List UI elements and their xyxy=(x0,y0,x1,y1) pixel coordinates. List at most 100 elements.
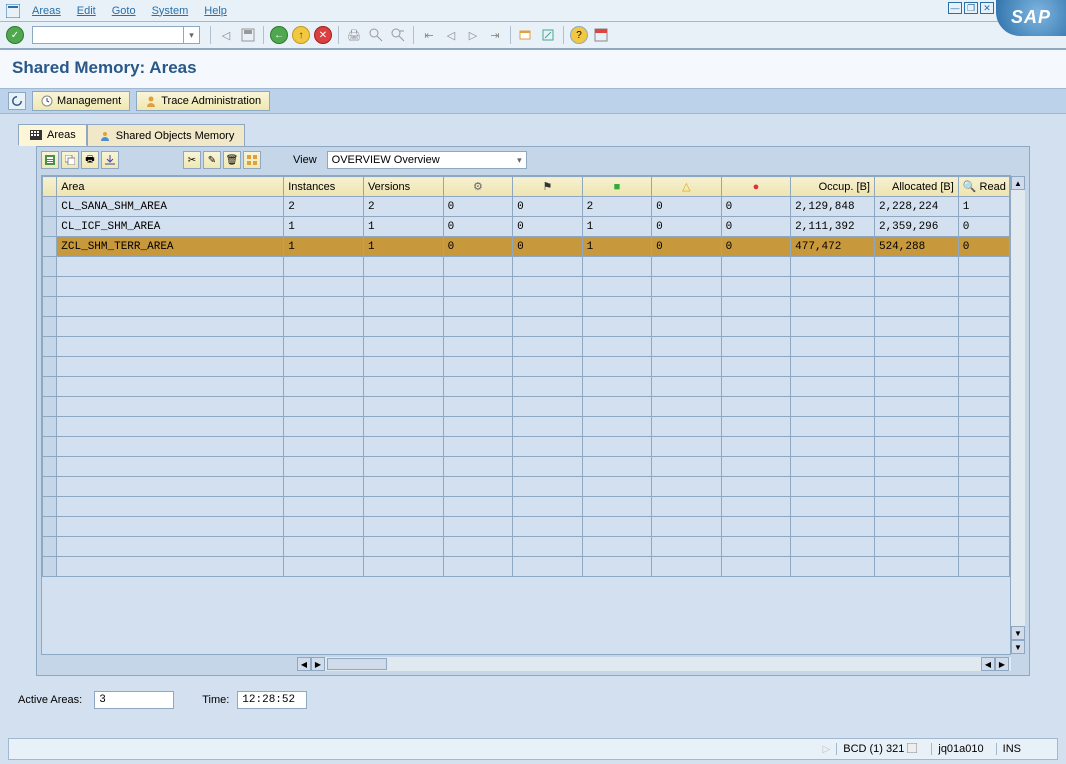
row-marker[interactable] xyxy=(43,417,57,437)
row-marker[interactable] xyxy=(43,277,57,297)
table-row[interactable] xyxy=(43,297,1010,317)
change-icon[interactable]: ✎ xyxy=(203,151,221,169)
row-marker[interactable] xyxy=(43,297,57,317)
layout-icon[interactable] xyxy=(243,151,261,169)
table-row[interactable]: CL_ICF_SHM_AREA11001002,111,3922,359,296… xyxy=(43,217,1010,237)
table-row[interactable] xyxy=(43,557,1010,577)
new-session-icon[interactable] xyxy=(517,26,535,44)
row-marker[interactable] xyxy=(43,377,57,397)
time-field[interactable] xyxy=(237,691,307,709)
row-marker[interactable] xyxy=(43,337,57,357)
col-occupied[interactable]: Occup. [B] xyxy=(791,177,875,197)
col-building[interactable]: ⚙ xyxy=(443,177,513,197)
table-row[interactable] xyxy=(43,357,1010,377)
first-page-icon[interactable]: ⇤ xyxy=(420,26,438,44)
table-row[interactable] xyxy=(43,377,1010,397)
table-row[interactable]: ZCL_SHM_TERR_AREA1100100477,472524,2880 xyxy=(43,237,1010,257)
vertical-scrollbar[interactable]: ▲ ▼ ▼ xyxy=(1011,176,1025,654)
row-marker[interactable] xyxy=(43,397,57,417)
menu-system[interactable]: System xyxy=(144,3,197,19)
minimize-icon[interactable]: — xyxy=(948,2,962,14)
row-marker[interactable] xyxy=(43,557,57,577)
command-field[interactable]: ▾ xyxy=(32,26,200,44)
row-marker[interactable] xyxy=(43,237,57,257)
prev-page-icon[interactable]: ◁ xyxy=(442,26,460,44)
scroll-left-icon[interactable]: ◀ xyxy=(297,657,311,671)
row-marker[interactable] xyxy=(43,317,57,337)
table-row[interactable] xyxy=(43,337,1010,357)
find-next-icon[interactable] xyxy=(389,26,407,44)
close-icon[interactable]: ✕ xyxy=(980,2,994,14)
row-marker[interactable] xyxy=(43,217,57,237)
menu-edit[interactable]: Edit xyxy=(69,3,104,19)
last-page-icon[interactable]: ⇥ xyxy=(486,26,504,44)
col-allocated[interactable]: Allocated [B] xyxy=(874,177,958,197)
details-icon[interactable] xyxy=(41,151,59,169)
col-read[interactable]: 🔍 Read xyxy=(958,177,1009,197)
find-icon[interactable] xyxy=(367,26,385,44)
scroll-down-icon[interactable]: ▼ xyxy=(1011,626,1025,640)
enter-button[interactable]: ✓ xyxy=(6,26,24,44)
col-versions[interactable]: Versions xyxy=(363,177,443,197)
table-row[interactable] xyxy=(43,517,1010,537)
copy-icon[interactable] xyxy=(61,151,79,169)
table-row[interactable] xyxy=(43,277,1010,297)
table-row[interactable] xyxy=(43,317,1010,337)
scroll-up-icon[interactable]: ▲ xyxy=(1011,176,1025,190)
horizontal-scrollbar[interactable]: ◀ ▶ xyxy=(297,657,1011,671)
status-client[interactable]: BCD (1) 321 xyxy=(836,743,925,755)
row-marker[interactable] xyxy=(43,517,57,537)
scroll-right-l-icon[interactable]: ◀ xyxy=(981,657,995,671)
management-button[interactable]: Management xyxy=(32,91,130,111)
app-menu-icon[interactable] xyxy=(6,4,20,18)
exit-button[interactable]: ↑ xyxy=(292,26,310,44)
table-row[interactable] xyxy=(43,477,1010,497)
col-flag[interactable]: ⚑ xyxy=(513,177,583,197)
table-row[interactable] xyxy=(43,457,1010,477)
table-row[interactable]: CL_SANA_SHM_AREA22002002,129,8482,228,22… xyxy=(43,197,1010,217)
menu-goto[interactable]: Goto xyxy=(104,3,144,19)
back-nav-icon[interactable]: ◁ xyxy=(217,26,235,44)
row-marker[interactable] xyxy=(43,457,57,477)
col-green[interactable]: ■ xyxy=(582,177,652,197)
row-marker[interactable] xyxy=(43,537,57,557)
menu-help[interactable]: Help xyxy=(196,3,235,19)
next-page-icon[interactable]: ▷ xyxy=(464,26,482,44)
tab-areas[interactable]: Areas xyxy=(18,124,87,146)
delete-icon[interactable]: 🗑 xyxy=(223,151,241,169)
table-row[interactable] xyxy=(43,257,1010,277)
save-icon[interactable] xyxy=(239,26,257,44)
scroll-left2-icon[interactable]: ▶ xyxy=(311,657,325,671)
row-marker[interactable] xyxy=(43,357,57,377)
row-selector-header[interactable] xyxy=(43,177,57,197)
scroll-down2-icon[interactable]: ▼ xyxy=(1011,640,1025,654)
view-select[interactable]: OVERVIEW Overview ▾ xyxy=(327,151,527,169)
table-row[interactable] xyxy=(43,417,1010,437)
menu-areas[interactable]: Areas xyxy=(24,3,69,19)
row-marker[interactable] xyxy=(43,477,57,497)
row-marker[interactable] xyxy=(43,497,57,517)
scrollbar-thumb[interactable] xyxy=(327,658,387,670)
scroll-right-r-icon[interactable]: ▶ xyxy=(995,657,1009,671)
col-yellow[interactable]: △ xyxy=(652,177,722,197)
help-button[interactable]: ? xyxy=(570,26,588,44)
tab-shared-objects[interactable]: Shared Objects Memory xyxy=(87,124,246,146)
print-icon[interactable]: 🖨 xyxy=(345,26,363,44)
export-icon[interactable] xyxy=(101,151,119,169)
cancel-button[interactable]: ✕ xyxy=(314,26,332,44)
horizontal-scrollbar-right[interactable]: ◀ ▶ xyxy=(981,657,1009,671)
maximize-icon[interactable]: ❐ xyxy=(964,2,978,14)
col-instances[interactable]: Instances xyxy=(284,177,364,197)
col-red[interactable]: ● xyxy=(721,177,791,197)
command-dropdown-icon[interactable]: ▾ xyxy=(183,27,199,43)
row-marker[interactable] xyxy=(43,197,57,217)
shortcut-icon[interactable] xyxy=(539,26,557,44)
tools-icon[interactable]: ✂ xyxy=(183,151,201,169)
table-row[interactable] xyxy=(43,397,1010,417)
table-row[interactable] xyxy=(43,497,1010,517)
table-row[interactable] xyxy=(43,437,1010,457)
row-marker[interactable] xyxy=(43,437,57,457)
trace-admin-button[interactable]: Trace Administration xyxy=(136,91,270,111)
row-marker[interactable] xyxy=(43,257,57,277)
print-icon[interactable]: 🖶 xyxy=(81,151,99,169)
